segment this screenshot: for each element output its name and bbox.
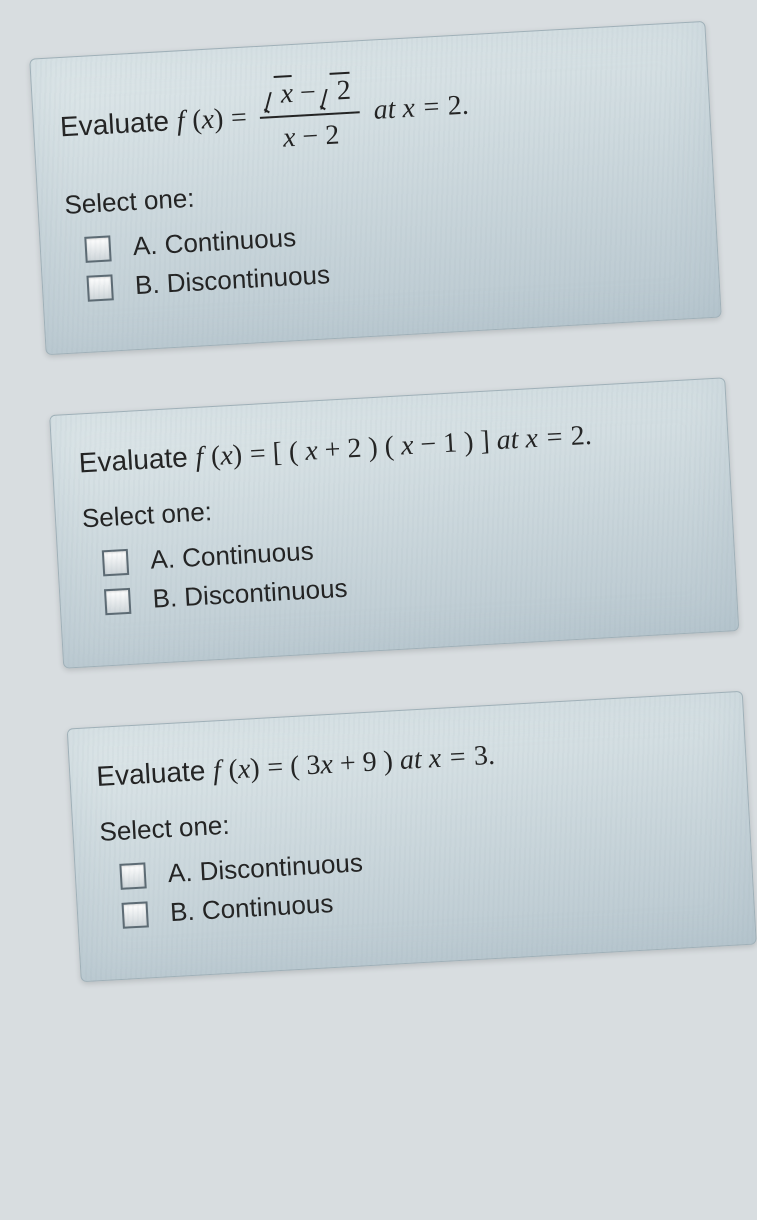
- question-prompt: Evaluate f (x) = x − 2 x − 2 at x = 2.: [58, 51, 685, 172]
- sqrt-arg-2: 2: [336, 75, 352, 107]
- question-card: Evaluate f (x) = ( 3x + 9 ) at x = 3. Se…: [67, 691, 757, 982]
- sqrt-2: 2: [322, 70, 352, 113]
- fraction: x − 2 x − 2: [257, 69, 362, 160]
- equals: =: [267, 751, 291, 783]
- checkbox[interactable]: [102, 548, 129, 575]
- checkbox[interactable]: [104, 587, 131, 614]
- fn-f: f: [212, 755, 221, 786]
- text-evaluate: Evaluate: [59, 105, 177, 142]
- question-card: Evaluate f (x) = [ ( x + 2 ) ( x − 1 ) ]…: [49, 377, 739, 668]
- at-text: at x =: [373, 91, 449, 126]
- option-label: B. Continuous: [169, 888, 334, 928]
- checkbox[interactable]: [86, 274, 113, 301]
- question-card: Evaluate f (x) = x − 2 x − 2 at x = 2. S…: [29, 21, 722, 355]
- equals: =: [249, 438, 273, 470]
- close-paren: ): [232, 439, 243, 470]
- checkbox[interactable]: [119, 862, 146, 889]
- text-evaluate: Evaluate: [96, 755, 214, 792]
- at-value: 3.: [473, 740, 496, 772]
- equals: =: [230, 102, 254, 134]
- option-label: B. Discontinuous: [134, 259, 331, 301]
- at-text: at x =: [496, 421, 572, 456]
- expression: ( 3x + 9 ): [289, 745, 400, 782]
- sqrt-arg: x: [280, 78, 294, 110]
- minus: −: [299, 76, 323, 108]
- option-label: A. Continuous: [132, 222, 297, 262]
- sqrt-x: x: [265, 73, 294, 116]
- expression: [ ( x + 2 ) ( x − 1 ) ]: [272, 425, 498, 468]
- at-value: 2.: [570, 420, 593, 452]
- option-label: A. Discontinuous: [167, 847, 364, 889]
- close-paren: ): [249, 753, 260, 784]
- fn-f: f: [195, 442, 204, 473]
- at-text: at x =: [399, 741, 475, 776]
- checkbox[interactable]: [121, 901, 148, 928]
- option-label: A. Continuous: [150, 536, 315, 576]
- checkbox[interactable]: [84, 235, 111, 262]
- at-value: 2.: [447, 90, 470, 122]
- option-label: B. Discontinuous: [152, 573, 349, 615]
- close-paren: ): [213, 103, 224, 134]
- text-evaluate: Evaluate: [78, 441, 196, 478]
- fn-f: f: [176, 105, 185, 136]
